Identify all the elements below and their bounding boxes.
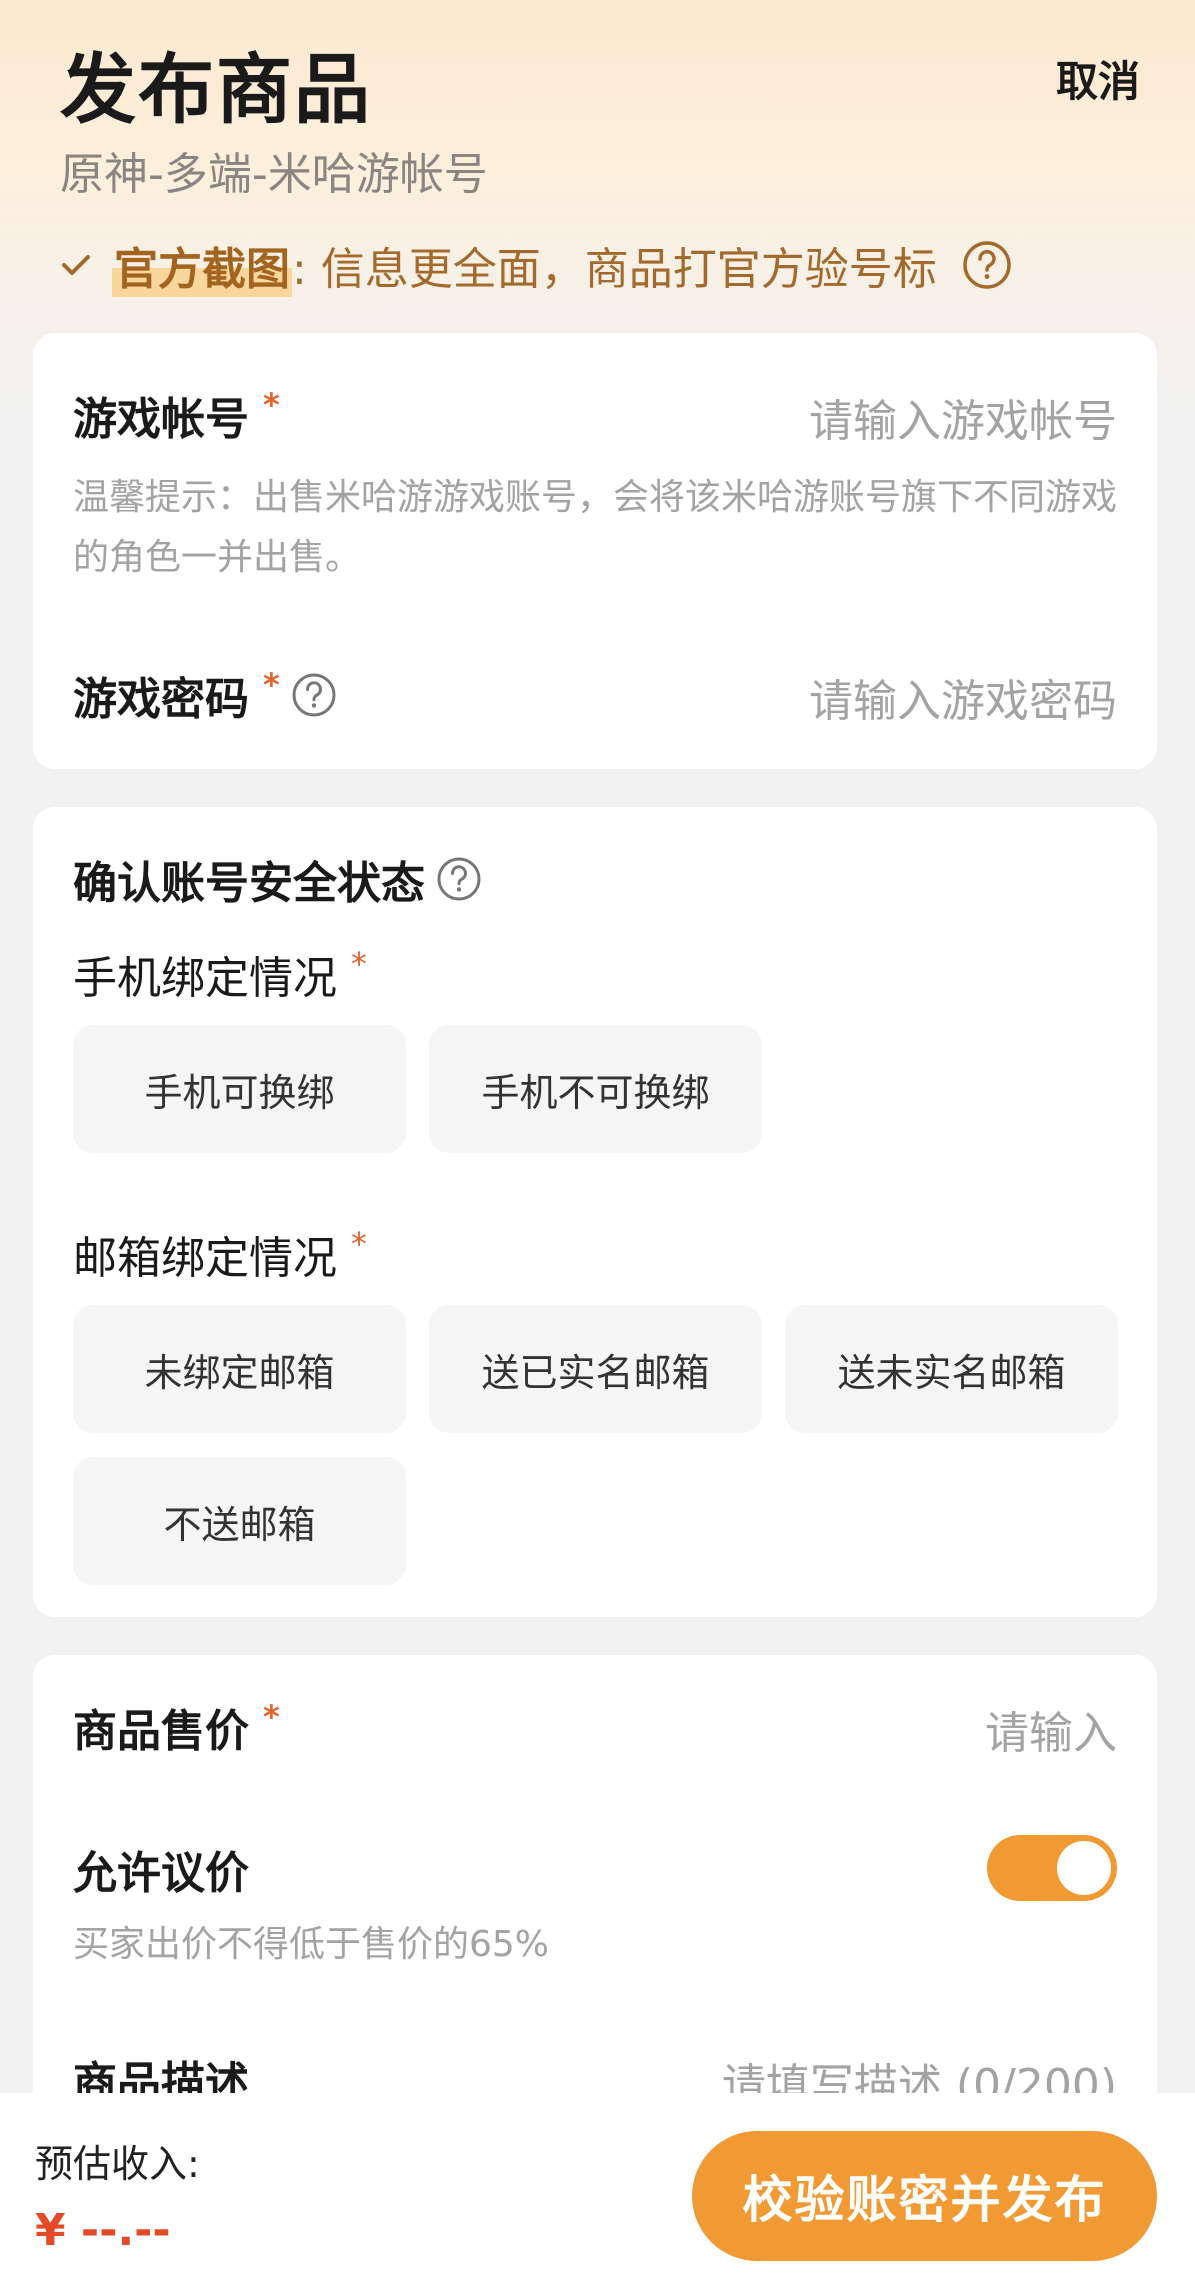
required-mark: *: [263, 666, 280, 704]
account-card: 游戏帐号 * 请输入游戏帐号 温馨提示：出售米哈游游戏账号，会将该米哈游账号旗下不…: [33, 333, 1157, 769]
phone-option-not-rebindable[interactable]: 手机不可换绑: [429, 1025, 762, 1153]
cancel-button[interactable]: 取消: [1056, 48, 1140, 109]
account-hint: 温馨提示：出售米哈游游戏账号，会将该米哈游账号旗下不同游戏的角色一并出售。: [73, 477, 1118, 578]
required-mark: *: [351, 945, 367, 983]
email-option-none[interactable]: 不送邮箱: [73, 1457, 406, 1585]
publish-button[interactable]: 校验账密并发布: [692, 2131, 1157, 2261]
price-input[interactable]: 请输入: [985, 1697, 1117, 1761]
toggle-knob: [1057, 1841, 1111, 1895]
estimate-label: 预估收入:: [35, 2142, 200, 2186]
game-password-input[interactable]: 请输入游戏密码: [809, 665, 1117, 729]
phone-option-rebindable[interactable]: 手机可换绑: [73, 1025, 406, 1153]
email-option-unbound[interactable]: 未绑定邮箱: [73, 1305, 406, 1433]
email-option-unverified[interactable]: 送未实名邮箱: [785, 1305, 1118, 1433]
email-option-verified[interactable]: 送已实名邮箱: [429, 1305, 762, 1433]
email-binding-label: 邮箱绑定情况 *: [73, 1225, 367, 1284]
price-label: 商品售价 *: [73, 1698, 280, 1757]
help-icon[interactable]: [961, 239, 1013, 291]
check-icon: [62, 255, 90, 275]
estimate-value: ¥ --.--: [35, 2205, 171, 2256]
game-account-label: 游戏帐号 *: [73, 386, 280, 445]
bottom-bar: 预估收入: ¥ --.-- 校验账密并发布: [0, 2093, 1195, 2295]
required-mark: *: [351, 1225, 367, 1263]
security-card: 确认账号安全状态 手机绑定情况 * 手机可换绑 手机不可换绑 邮箱绑定情况 * 未绑…: [33, 807, 1157, 1617]
game-account-input[interactable]: 请输入游戏帐号: [809, 385, 1117, 449]
negotiate-hint: 买家出价不得低于售价的65%: [73, 1924, 550, 1965]
official-screenshot-option[interactable]: 官方截图 : 信息更全面，商品打官方验号标: [58, 233, 1013, 297]
official-screenshot-tag: 官方截图: [112, 233, 292, 297]
page-title: 发布商品: [60, 45, 372, 134]
help-icon[interactable]: [435, 855, 483, 903]
negotiate-label: 允许议价: [73, 1848, 249, 1899]
game-subtitle: 原神-多端-米哈游帐号: [60, 149, 488, 200]
game-password-label: 游戏密码 *: [73, 663, 338, 727]
negotiate-toggle[interactable]: [987, 1835, 1117, 1901]
required-mark: *: [263, 386, 280, 424]
official-screenshot-desc: : 信息更全面，商品打官方验号标: [292, 244, 937, 295]
required-mark: *: [263, 1698, 280, 1736]
phone-binding-label: 手机绑定情况 *: [73, 945, 367, 1004]
security-title: 确认账号安全状态: [73, 847, 483, 911]
help-icon[interactable]: [290, 671, 338, 719]
